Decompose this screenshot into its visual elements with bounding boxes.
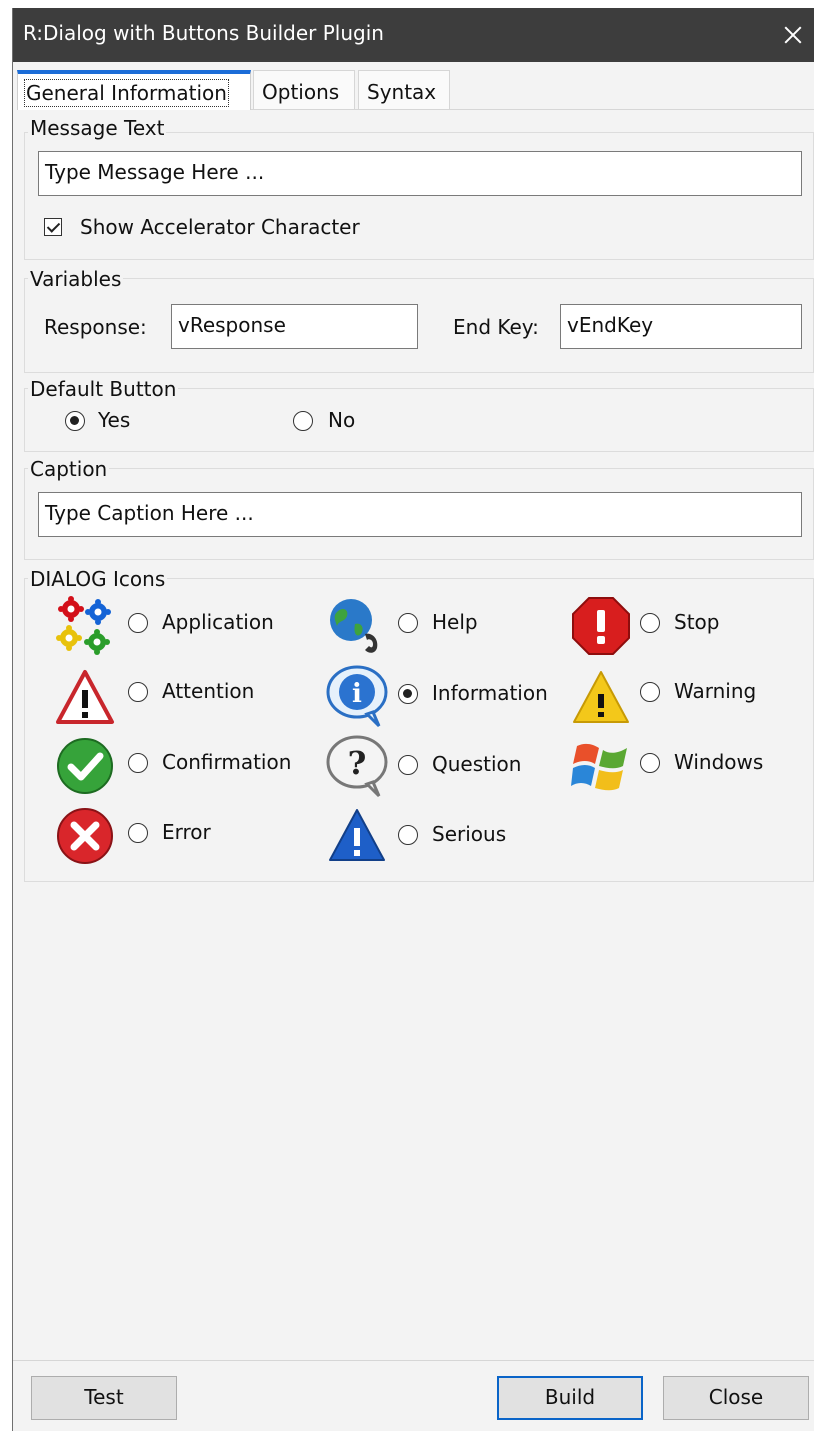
endkey-label: End Key: bbox=[453, 315, 539, 339]
globe-phone-icon bbox=[330, 599, 378, 653]
error-circle-icon bbox=[57, 808, 113, 864]
dialog-window: R:Dialog with Buttons Builder Plugin Gen… bbox=[12, 8, 814, 1431]
endkey-input[interactable]: vEndKey bbox=[560, 304, 802, 349]
stop-octagon-icon bbox=[572, 597, 630, 655]
icon-error-label: Error bbox=[162, 820, 211, 844]
tab-syntax[interactable]: Syntax bbox=[358, 70, 450, 110]
icon-help-label: Help bbox=[432, 610, 478, 634]
variables-label: Variables bbox=[28, 267, 124, 291]
icon-question-radio[interactable] bbox=[398, 755, 418, 775]
icon-windows-label: Windows bbox=[674, 750, 764, 774]
tab-options[interactable]: Options bbox=[253, 70, 355, 110]
icon-warning-radio[interactable] bbox=[640, 682, 660, 702]
question-bubble-icon: ? bbox=[326, 735, 388, 798]
check-circle-icon bbox=[57, 738, 113, 794]
default-no-label: No bbox=[328, 408, 356, 432]
icon-attention-label: Attention bbox=[162, 679, 255, 703]
title-bar: R:Dialog with Buttons Builder Plugin bbox=[13, 8, 814, 62]
default-no-radio[interactable] bbox=[293, 411, 313, 431]
info-bubble-icon: i bbox=[326, 665, 388, 728]
icon-information-label: Information bbox=[432, 681, 548, 705]
serious-triangle-icon bbox=[329, 809, 385, 861]
tab-general-information[interactable]: General Information bbox=[17, 70, 251, 110]
icon-question-label: Question bbox=[432, 752, 522, 776]
tab-label: Syntax bbox=[367, 80, 437, 104]
show-accelerator-checkbox[interactable] bbox=[44, 218, 62, 236]
gears-icon bbox=[56, 596, 111, 655]
default-yes-label: Yes bbox=[98, 408, 131, 432]
default-button-label: Default Button bbox=[28, 377, 179, 401]
icon-confirmation-radio[interactable] bbox=[128, 753, 148, 773]
caption-input[interactable]: Type Caption Here ... bbox=[38, 492, 802, 537]
icon-error-radio[interactable] bbox=[128, 823, 148, 843]
icon-application-label: Application bbox=[162, 610, 274, 634]
message-text-label: Message Text bbox=[28, 116, 167, 140]
icon-attention-radio[interactable] bbox=[128, 682, 148, 702]
windows-logo-icon bbox=[571, 743, 627, 791]
icon-serious-label: Serious bbox=[432, 822, 507, 846]
icon-warning-label: Warning bbox=[674, 679, 757, 703]
response-input[interactable]: vResponse bbox=[171, 304, 418, 349]
icon-stop-radio[interactable] bbox=[640, 613, 660, 633]
svg-text:?: ? bbox=[348, 744, 367, 782]
dialog-icons-label: DIALOG Icons bbox=[28, 567, 168, 591]
default-yes-radio[interactable] bbox=[65, 411, 85, 431]
icon-application-radio[interactable] bbox=[128, 613, 148, 633]
close-button[interactable]: Close bbox=[663, 1376, 809, 1420]
message-text-input[interactable]: Type Message Here ... bbox=[38, 151, 802, 196]
icon-help-radio[interactable] bbox=[398, 613, 418, 633]
test-button[interactable]: Test bbox=[31, 1376, 177, 1420]
footer-divider bbox=[13, 1360, 814, 1361]
build-button[interactable]: Build bbox=[497, 1376, 643, 1420]
icon-confirmation-label: Confirmation bbox=[162, 750, 292, 774]
icon-information-radio[interactable] bbox=[398, 684, 418, 704]
response-label: Response: bbox=[44, 315, 147, 339]
svg-text:i: i bbox=[352, 679, 362, 709]
window-title: R:Dialog with Buttons Builder Plugin bbox=[23, 21, 384, 45]
tab-label: Options bbox=[262, 80, 340, 104]
icon-stop-label: Stop bbox=[674, 610, 720, 634]
caption-label: Caption bbox=[28, 457, 110, 481]
icon-serious-radio[interactable] bbox=[398, 825, 418, 845]
show-accelerator-label: Show Accelerator Character bbox=[80, 215, 360, 239]
warning-triangle-icon bbox=[573, 671, 629, 723]
close-window-icon[interactable] bbox=[770, 8, 814, 62]
icon-windows-radio[interactable] bbox=[640, 753, 660, 773]
tab-label: General Information bbox=[24, 79, 229, 107]
tab-divider bbox=[251, 109, 814, 110]
attention-triangle-icon bbox=[56, 670, 114, 724]
